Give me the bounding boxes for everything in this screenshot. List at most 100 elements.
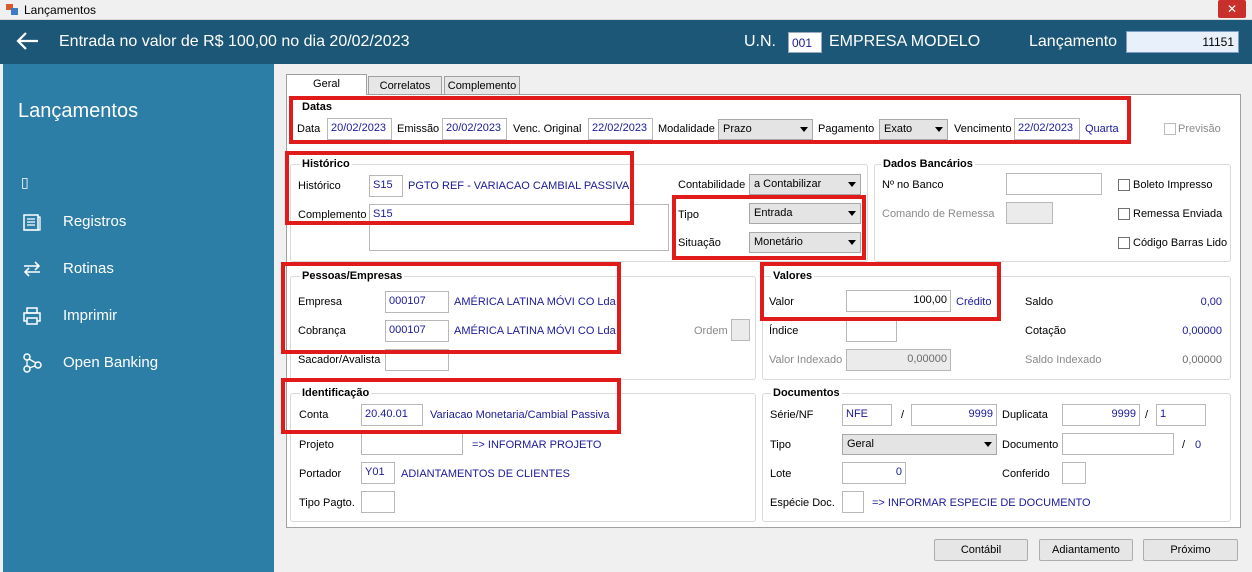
- highlight-historico: [285, 151, 634, 225]
- lote-label: Lote: [770, 468, 792, 480]
- especie-field[interactable]: [842, 491, 864, 513]
- lote-field[interactable]: 0: [842, 462, 906, 484]
- tab-geral[interactable]: Geral: [286, 74, 367, 95]
- doc-tipo-select[interactable]: Geral: [842, 434, 997, 455]
- sidebar-title: Lançamentos: [18, 100, 139, 122]
- valor-indexado-label: Valor Indexado: [769, 354, 843, 366]
- contabil-button[interactable]: Contábil: [934, 539, 1028, 561]
- serie-field[interactable]: NFE: [842, 404, 892, 426]
- nbanco-field[interactable]: [1006, 173, 1102, 195]
- serie-label: Série/NF: [770, 409, 814, 421]
- duplicata-field[interactable]: 9999: [1062, 404, 1140, 426]
- serie-slash: /: [901, 409, 905, 421]
- portador-code-field[interactable]: Y01: [361, 462, 395, 484]
- sidebar-item-imprimir[interactable]: Imprimir: [21, 305, 261, 329]
- page-header: Entrada no valor de R$ 100,00 no dia 20/…: [0, 20, 1252, 64]
- sacador-label: Sacador/Avalista: [298, 354, 381, 366]
- cotacao-value: 0,00000: [1182, 325, 1222, 337]
- codigo-barras-label: Código Barras Lido: [1133, 237, 1228, 249]
- doc-tipo-label: Tipo: [770, 439, 791, 451]
- un-input[interactable]: 001: [788, 32, 822, 53]
- valor-indexado-field[interactable]: 0,00000: [846, 349, 951, 371]
- boleto-impresso-label: Boleto Impresso: [1133, 179, 1213, 191]
- sidebar-item-label: Imprimir: [63, 307, 118, 324]
- contabilidade-value: a Contabilizar: [754, 178, 822, 190]
- projeto-label: Projeto: [299, 439, 334, 451]
- un-label: U.N.: [744, 33, 776, 50]
- saldo-indexado-value: 0,00000: [1182, 354, 1222, 366]
- lancamento-input[interactable]: 11151: [1126, 31, 1239, 53]
- tipo-pagto-label: Tipo Pagto.: [299, 497, 355, 509]
- conferido-label: Conferido: [1002, 468, 1050, 480]
- arrow-left-icon[interactable]: [14, 30, 40, 52]
- nf-field[interactable]: 9999: [911, 404, 997, 426]
- projeto-hint: => INFORMAR PROJETO: [472, 439, 602, 451]
- empresa-name: EMPRESA MODELO: [829, 33, 981, 50]
- dados-bancarios-title: Dados Bancários: [881, 158, 975, 170]
- adiantamento-button[interactable]: Adiantamento: [1039, 539, 1133, 561]
- projeto-field[interactable]: [361, 433, 463, 455]
- ordem-field[interactable]: [731, 319, 750, 341]
- close-button[interactable]: ✕: [1218, 0, 1246, 18]
- chevron-down-icon: [848, 182, 856, 187]
- contabilidade-select[interactable]: a Contabilizar: [749, 174, 861, 195]
- saldo-label: Saldo: [1025, 296, 1054, 308]
- window-titlebar: Lançamentos ✕: [0, 0, 1252, 20]
- indice-field[interactable]: [846, 320, 897, 342]
- documento-field[interactable]: [1062, 433, 1174, 455]
- documentos-title: Documentos: [771, 387, 842, 399]
- contabilidade-label: Contabilidade: [678, 179, 746, 191]
- highlight-valores: [760, 262, 1001, 321]
- chevron-down-icon: [984, 442, 992, 447]
- page-title: Entrada no valor de R$ 100,00 no dia 20/…: [59, 33, 410, 50]
- comando-remessa-label: Comando de Remessa: [882, 208, 995, 220]
- sidebar-item-rotinas[interactable]: Rotinas: [21, 258, 261, 282]
- highlight-pessoas: [281, 262, 621, 354]
- documento-extra: 0: [1195, 439, 1202, 451]
- highlight-datas: [289, 96, 1131, 144]
- cotacao-label: Cotação: [1025, 325, 1066, 337]
- sidebar-item-label: Registros: [63, 213, 127, 230]
- sidebar-caret-icon: ▯: [21, 174, 29, 190]
- duplicata-slash: /: [1145, 409, 1149, 421]
- doc-tipo-value: Geral: [847, 438, 874, 450]
- portador-label: Portador: [299, 468, 342, 480]
- sidebar-item-registros[interactable]: Registros: [21, 211, 261, 235]
- highlight-tipo-situacao: [672, 195, 866, 260]
- previsao-checkbox[interactable]: [1164, 123, 1176, 135]
- ledger-icon: [23, 214, 41, 231]
- network-icon: [23, 353, 42, 373]
- printer-icon: [23, 307, 41, 325]
- indice-label: Índice: [769, 325, 799, 337]
- sidebar: Lançamentos ▯ Registros Rotinas Imprimir…: [3, 64, 274, 572]
- saldo-value: 0,00: [1200, 296, 1222, 308]
- ordem-label: Ordem: [694, 325, 728, 337]
- comando-remessa-field[interactable]: [1006, 202, 1053, 224]
- lancamento-label: Lançamento: [1029, 33, 1118, 50]
- sidebar-item-open-banking[interactable]: Open Banking: [21, 352, 261, 376]
- saldo-indexado-label: Saldo Indexado: [1025, 354, 1102, 366]
- documento-label: Documento: [1002, 439, 1059, 451]
- conferido-field[interactable]: [1062, 462, 1086, 484]
- previsao-label: Previsão: [1178, 123, 1221, 135]
- exchange-icon: [23, 261, 41, 277]
- portador-description: ADIANTAMENTOS DE CLIENTES: [401, 468, 570, 480]
- remessa-enviada-checkbox[interactable]: [1118, 208, 1130, 220]
- highlight-identificacao: [281, 378, 621, 434]
- remessa-enviada-label: Remessa Enviada: [1133, 208, 1223, 220]
- especie-label: Espécie Doc.: [770, 497, 835, 509]
- window-title: Lançamentos: [24, 3, 97, 17]
- nbanco-label: Nº no Banco: [882, 179, 944, 191]
- tab-complemento[interactable]: Complemento: [444, 76, 520, 95]
- proximo-button[interactable]: Próximo: [1143, 539, 1238, 561]
- tipo-pagto-field[interactable]: [361, 491, 395, 513]
- sidebar-item-label: Open Banking: [63, 354, 159, 371]
- duplicata-parcela-field[interactable]: 1: [1156, 404, 1206, 426]
- sidebar-item-label: Rotinas: [63, 260, 114, 277]
- tab-correlatos[interactable]: Correlatos: [368, 76, 442, 95]
- boleto-impresso-checkbox[interactable]: [1118, 179, 1130, 191]
- duplicata-label: Duplicata: [1002, 409, 1048, 421]
- app-icon: [6, 4, 18, 15]
- codigo-barras-checkbox[interactable]: [1118, 237, 1130, 249]
- documento-slash: /: [1182, 439, 1186, 451]
